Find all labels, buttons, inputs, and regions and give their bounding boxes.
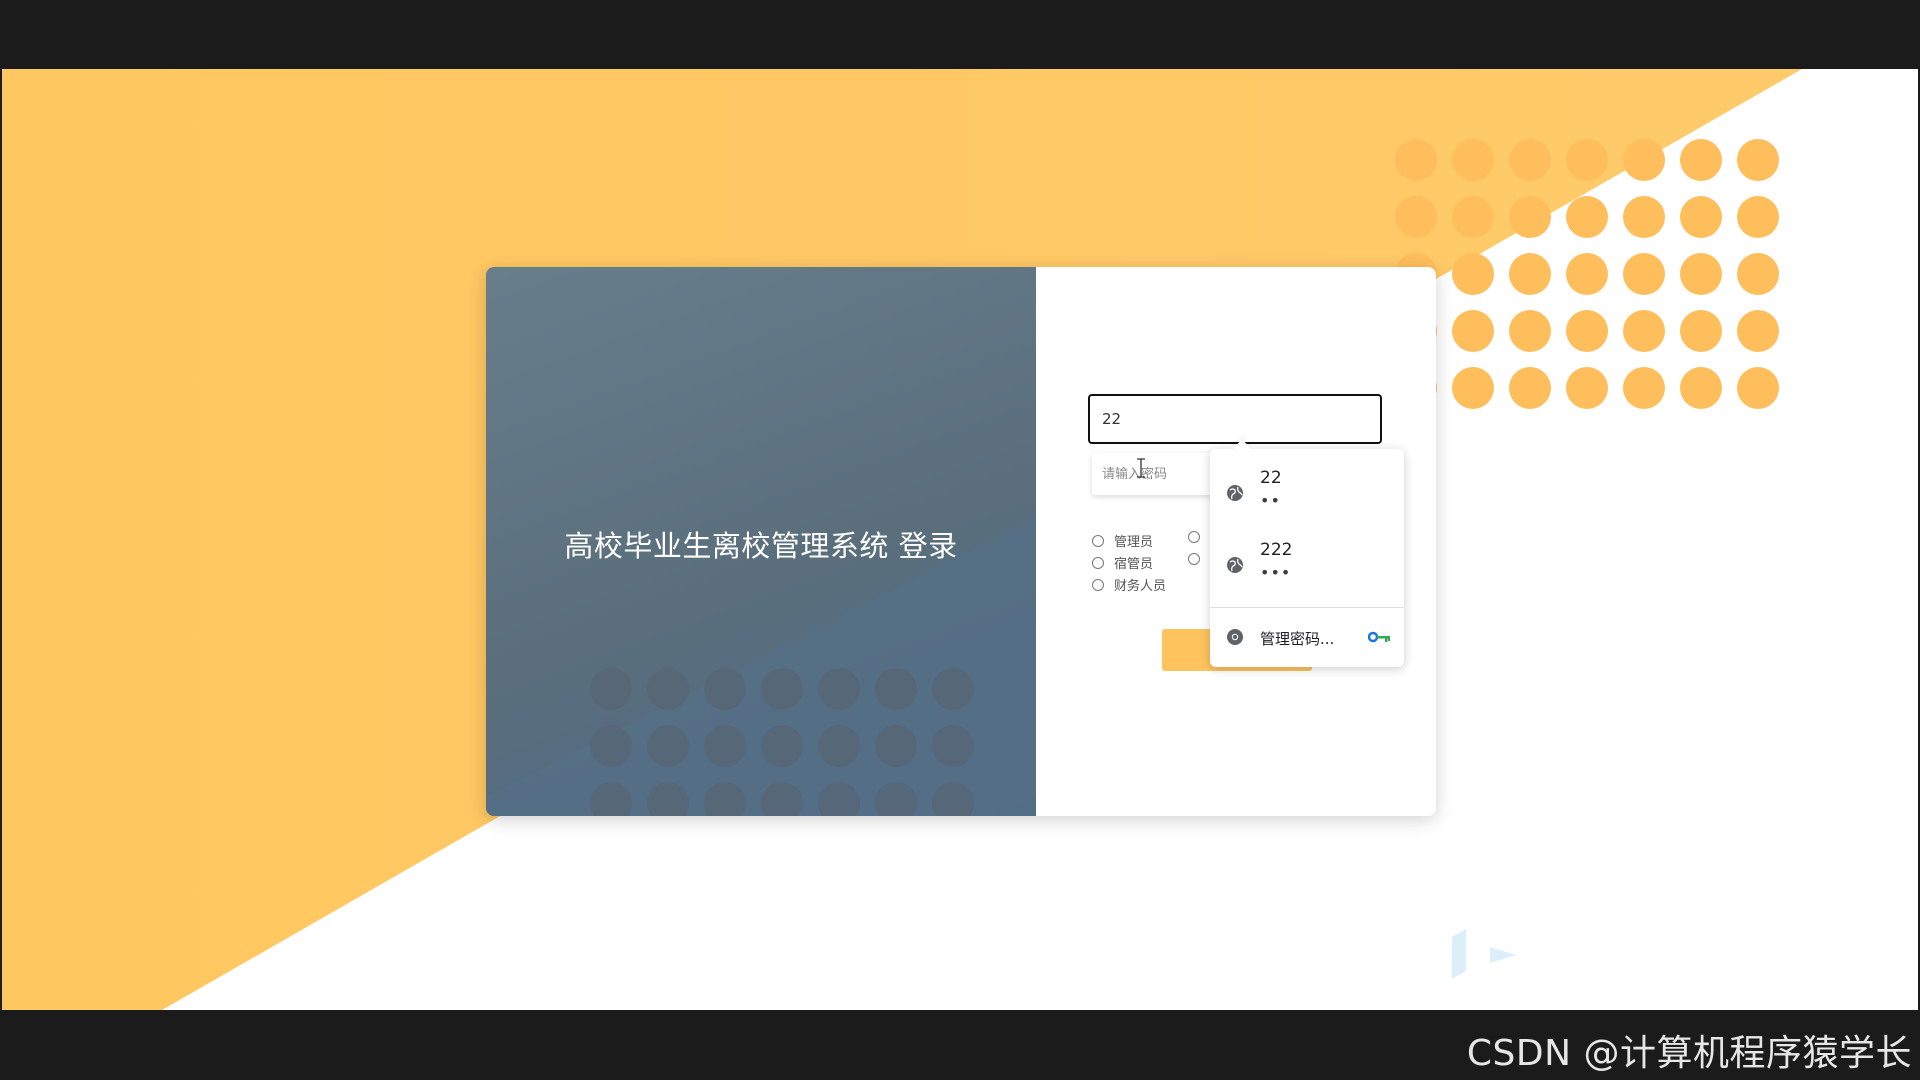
decorative-dot — [1395, 196, 1437, 238]
banner-decorative-dots — [590, 668, 974, 816]
text-cursor-icon — [1137, 458, 1145, 478]
decorative-dot — [1737, 310, 1779, 352]
autofill-username: 222 — [1260, 540, 1293, 560]
decorative-dot — [1452, 253, 1494, 295]
decorative-dot — [1737, 196, 1779, 238]
system-title: 高校毕业生离校管理系统 登录 — [564, 529, 958, 563]
decorative-dot — [1566, 196, 1608, 238]
decorative-dot — [590, 782, 632, 816]
decorative-dot — [1566, 139, 1608, 181]
decorative-dot — [1680, 310, 1722, 352]
role-label: 财务人员 — [1114, 579, 1167, 594]
decorative-dot — [761, 782, 803, 816]
decorative-dot — [932, 725, 974, 767]
decorative-dot — [1509, 310, 1551, 352]
decorative-dot — [1566, 310, 1608, 352]
decorative-dot — [647, 782, 689, 816]
decorative-dot — [1509, 367, 1551, 409]
autofill-masked-password: ••• — [1260, 563, 1292, 582]
csdn-watermark: CSDN @计算机程序猿学长 — [1466, 1033, 1912, 1074]
decorative-dot — [1623, 196, 1665, 238]
decorative-dot — [704, 668, 746, 710]
role-option-hidden-2[interactable] — [1188, 553, 1210, 565]
decorative-dot — [1623, 139, 1665, 181]
decorative-dot — [1452, 367, 1494, 409]
radio-circle-icon — [1092, 578, 1104, 591]
role-option-admin[interactable]: 管理员 — [1092, 531, 1153, 550]
manage-passwords-item[interactable]: 管理密码... — [1210, 609, 1404, 665]
decorative-dot — [1566, 367, 1608, 409]
password-key-icon — [1368, 631, 1390, 643]
globe-icon — [1227, 557, 1243, 573]
decorative-dot — [704, 725, 746, 767]
decorative-dot — [1680, 253, 1722, 295]
chrome-icon — [1227, 629, 1243, 645]
decorative-dot — [1623, 367, 1665, 409]
decorative-dot — [1680, 367, 1722, 409]
decorative-dot — [1566, 253, 1608, 295]
popup-divider — [1210, 607, 1404, 608]
autofill-suggestion[interactable]: 222 ••• — [1210, 529, 1404, 599]
autofill-username: 22 — [1260, 468, 1282, 488]
decorative-dot — [1452, 139, 1494, 181]
decorative-dot — [1680, 139, 1722, 181]
decorative-dot — [875, 668, 917, 710]
decorative-dot — [1623, 253, 1665, 295]
decorative-dot — [1509, 139, 1551, 181]
manage-passwords-label: 管理密码... — [1260, 630, 1335, 648]
faint-logo-shape — [1452, 929, 1516, 979]
decorative-dot — [818, 725, 860, 767]
globe-icon — [1227, 485, 1243, 501]
decorative-dot — [1623, 310, 1665, 352]
decorative-dot — [875, 725, 917, 767]
role-label: 宿管员 — [1114, 557, 1154, 572]
decorative-dot — [1509, 253, 1551, 295]
autofill-suggestion[interactable]: 22 •• — [1210, 457, 1404, 527]
decorative-dot — [1395, 139, 1437, 181]
decorative-dot — [761, 668, 803, 710]
role-option-hidden-1[interactable] — [1188, 531, 1210, 543]
decorative-dot — [704, 782, 746, 816]
radio-circle-icon — [1092, 556, 1104, 569]
decorative-dot — [875, 782, 917, 816]
decorative-dot — [932, 782, 974, 816]
radio-circle-icon — [1188, 531, 1200, 543]
decorative-dot — [1509, 196, 1551, 238]
decorative-dot — [1737, 139, 1779, 181]
decorative-dot — [590, 725, 632, 767]
login-card-banner: 高校毕业生离校管理系统 登录 — [486, 267, 1036, 816]
decorative-dot — [647, 725, 689, 767]
decorative-dot — [647, 668, 689, 710]
decorative-dot — [932, 668, 974, 710]
decorative-dot — [590, 668, 632, 710]
decorative-dot — [761, 725, 803, 767]
decorative-dot — [1680, 196, 1722, 238]
decorative-dot — [818, 782, 860, 816]
radio-circle-icon — [1188, 553, 1200, 565]
decorative-dot — [1452, 310, 1494, 352]
role-option-finance[interactable]: 财务人员 — [1092, 575, 1166, 594]
password-autofill-popup: 22 •• 222 ••• 管理密码... — [1210, 449, 1404, 667]
role-label: 管理员 — [1114, 535, 1154, 550]
radio-circle-icon — [1092, 534, 1104, 547]
decorative-dot — [818, 668, 860, 710]
browser-viewport: 高校毕业生离校管理系统 登录 管理员 宿管员 财务人员 — [2, 69, 1918, 1010]
decorative-dots-top-right — [1395, 139, 1779, 409]
decorative-dot — [1452, 196, 1494, 238]
decorative-dot — [1737, 253, 1779, 295]
decorative-dot — [1737, 367, 1779, 409]
role-option-dorm-manager[interactable]: 宿管员 — [1092, 553, 1153, 572]
autofill-masked-password: •• — [1260, 491, 1281, 510]
username-input[interactable] — [1088, 394, 1382, 444]
